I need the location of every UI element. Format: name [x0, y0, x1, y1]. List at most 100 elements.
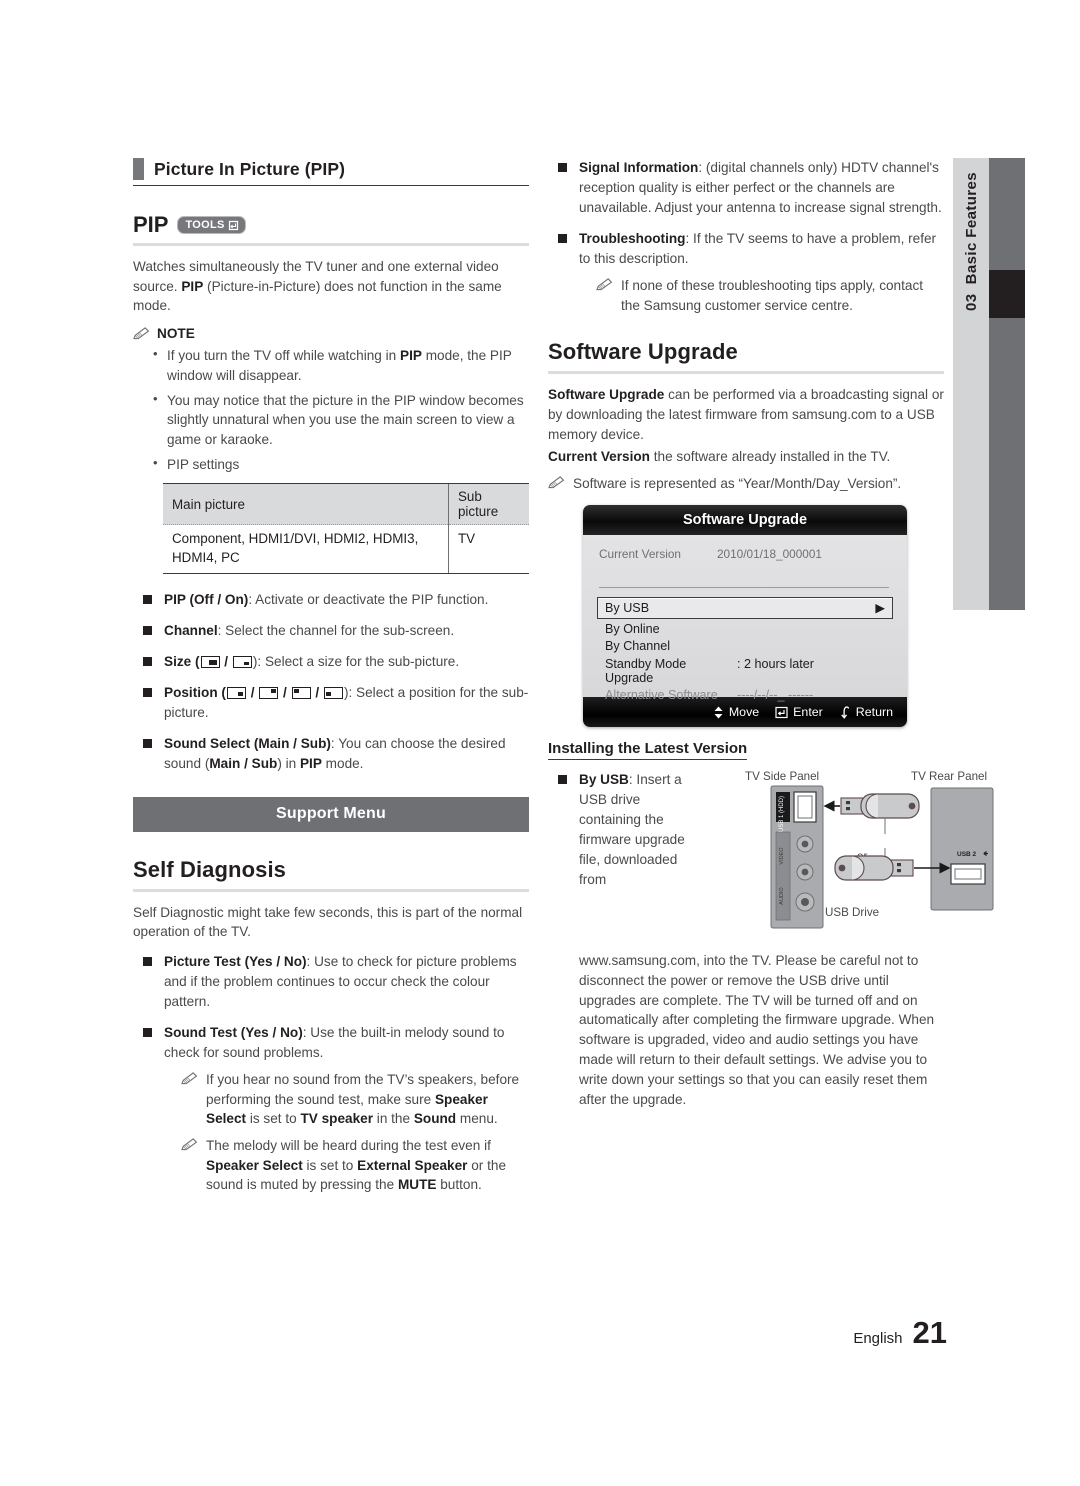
- section-marker-bar: [133, 158, 144, 180]
- osd-footer-return-label: Return: [855, 705, 893, 719]
- table-header-main-picture: Main picture: [163, 483, 449, 526]
- osd-footer-enter: Enter: [775, 705, 823, 719]
- troubleshooting-note: If none of these troubleshooting tips ap…: [579, 276, 944, 315]
- note-text-d: button.: [436, 1177, 482, 1193]
- sw-bold-1: Software Upgrade: [548, 387, 665, 403]
- feature-text: : Activate or deactivate the PIP functio…: [248, 591, 489, 607]
- diagram-label-rear-panel: TV Rear Panel: [911, 770, 988, 783]
- osd-footer-return: Return: [839, 705, 893, 719]
- note-text-d: menu.: [456, 1111, 498, 1127]
- support-feature-list: Signal Information: (digital channels on…: [548, 158, 944, 315]
- list-item-troubleshooting: Troubleshooting: If the TV seems to have…: [548, 229, 944, 315]
- chapter-side-tab: 03 Basic Features: [953, 158, 1025, 610]
- list-item-size: Size ( / ): Select a size for the sub-pi…: [133, 652, 529, 672]
- feature-bold: Position: [164, 684, 218, 700]
- manual-page: 03 Basic Features Picture In Picture (PI…: [0, 0, 1080, 1486]
- side-tab-dark-column: [989, 158, 1025, 610]
- osd-title: Software Upgrade: [583, 505, 907, 535]
- feature-bold: Sound Test (Yes / No): [164, 1024, 303, 1040]
- osd-item-alternative-software: Alternative Software ----/--/--_ ------: [597, 686, 893, 704]
- side-tab-active-marker: [989, 270, 1025, 318]
- side-tab-label: Basic Features: [962, 172, 980, 285]
- pip-feature-title: PIP TOOLS: [133, 212, 529, 238]
- list-item-position: Position ( / / / ): Select a position fo…: [133, 683, 529, 723]
- note-text-b: is set to: [246, 1111, 301, 1127]
- feature-text: : Select the channel for the sub-screen.: [217, 622, 455, 638]
- return-icon: [841, 705, 849, 719]
- position-top-left-icon: [291, 686, 311, 699]
- list-item-channel: Channel: Select the channel for the sub-…: [133, 621, 529, 641]
- note-bold-c: Sound: [413, 1111, 457, 1127]
- enter-icon: [775, 706, 788, 718]
- svg-text:VIDEO: VIDEO: [779, 847, 785, 865]
- software-version-format-note: Software is represented as “Year/Month/D…: [548, 474, 944, 494]
- position-bottom-left-icon: [323, 686, 343, 699]
- side-tab-text: 03 Basic Features: [953, 158, 989, 610]
- section-heading-label: Picture In Picture (PIP): [154, 158, 346, 179]
- table-header-row: Main picture Sub picture: [163, 483, 529, 526]
- pencil-note-icon: [133, 327, 150, 340]
- osd-item-by-online[interactable]: By Online: [597, 619, 893, 637]
- osd-divider: [599, 587, 889, 588]
- osd-item-alternative-label: Alternative Software: [605, 688, 718, 702]
- tools-badge: TOOLS: [177, 216, 246, 234]
- feature-bold: Troubleshooting: [579, 230, 686, 246]
- software-upgrade-heading: Software Upgrade: [548, 339, 738, 365]
- feature-text: ): Select a size for the sub-picture.: [252, 653, 460, 669]
- self-diagnosis-intro: Self Diagnostic might take few seconds, …: [133, 904, 523, 940]
- feature-bold-tail: PIP: [299, 755, 322, 771]
- software-upgrade-paragraph-1: Software Upgrade can be performed via a …: [548, 385, 944, 444]
- osd-item-by-usb-label: By USB: [605, 600, 650, 615]
- osd-item-standby-label: Standby Mode Upgrade: [605, 656, 687, 685]
- osd-item-standby-value: : 2 hours later: [737, 656, 815, 671]
- note-bold-b: TV speaker: [300, 1111, 374, 1127]
- table-row: Component, HDMI1/DVI, HDMI2, HDMI3, HDMI…: [163, 524, 529, 574]
- pip-title-label: PIP: [133, 212, 169, 237]
- sw-text-2: the software already installed in the TV…: [649, 449, 891, 465]
- note-bold-a: Speaker Select: [206, 1157, 303, 1173]
- table-cell-sub-source: TV: [447, 524, 529, 574]
- list-item: PIP settings: [153, 454, 529, 475]
- self-diagnosis-list: Picture Test (Yes / No): Use to check fo…: [133, 952, 529, 1195]
- footer-language: English: [853, 1330, 903, 1347]
- note-item-text: You may notice that the picture in the P…: [167, 392, 524, 447]
- pencil-note-icon: [181, 1138, 198, 1151]
- sw-bold-2: Current Version: [548, 449, 650, 465]
- feature-bold: Sound Select (Main / Sub): [164, 735, 331, 751]
- osd-item-standby-mode-upgrade[interactable]: Standby Mode Upgrade : 2 hours later: [597, 654, 893, 686]
- pip-feature-list: PIP (Off / On): Activate or deactivate t…: [133, 590, 529, 774]
- usb-diagram-svg: USB 1 (HDD) VIDEO AUDIO USB 2: [770, 785, 994, 929]
- section-heading-pip: Picture In Picture (PIP): [133, 158, 529, 186]
- self-diagnosis-rule: [133, 888, 529, 892]
- chevron-right-icon: ▶: [875, 601, 885, 615]
- feature-bold: Signal Information: [579, 160, 699, 175]
- note-bold-b: External Speaker: [357, 1157, 468, 1173]
- svg-text:AUDIO: AUDIO: [779, 887, 785, 905]
- note-item-text-a: If you turn the TV off while watching in: [167, 348, 400, 364]
- side-tab-number: 03: [962, 293, 980, 311]
- pip-note-list: If you turn the TV off while watching in…: [133, 345, 529, 475]
- software-upgrade-rule: [548, 371, 944, 375]
- list-item: You may notice that the picture in the P…: [153, 390, 529, 450]
- osd-item-by-usb[interactable]: By USB ▶: [597, 597, 893, 619]
- list-item-picture-test: Picture Test (Yes / No): Use to check fo…: [133, 952, 529, 1012]
- feature-bold: Picture Test (Yes / No): [164, 954, 307, 970]
- pencil-note-icon: [596, 278, 613, 290]
- size-large-icon: [200, 655, 220, 668]
- software-upgrade-paragraph-2: Current Version the software already ins…: [548, 447, 944, 467]
- feature-bold: Size: [164, 653, 192, 669]
- position-bottom-right-icon: [226, 686, 246, 699]
- diagram-label-side-panel: TV Side Panel: [745, 770, 820, 783]
- left-column: Picture In Picture (PIP) PIP TOOLS Watch…: [133, 158, 529, 1206]
- tools-return-icon: [228, 220, 238, 230]
- osd-footer-enter-label: Enter: [793, 705, 823, 719]
- feature-bold: Channel: [164, 622, 218, 638]
- list-item-signal-information: Signal Information: (digital channels on…: [548, 158, 944, 218]
- note-heading: NOTE: [133, 326, 529, 341]
- sound-test-note-1: If you hear no sound from the TV’s speak…: [164, 1070, 529, 1129]
- pip-intro-bold: PIP: [181, 278, 204, 294]
- osd-item-by-channel[interactable]: By Channel: [597, 637, 893, 655]
- feature-bold: By USB: [579, 771, 629, 787]
- size-small-icon: [232, 655, 252, 668]
- note-bold-c: MUTE: [397, 1177, 437, 1193]
